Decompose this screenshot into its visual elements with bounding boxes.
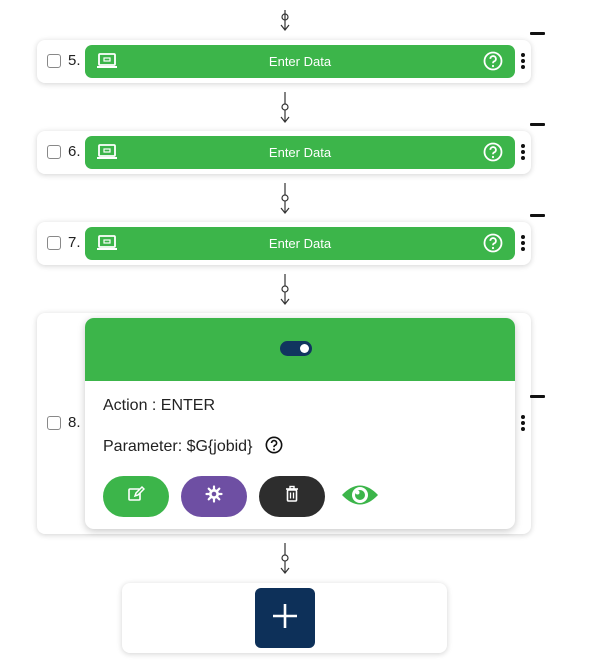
kebab-menu-icon[interactable]: [521, 144, 525, 162]
question-circle-icon[interactable]: [265, 436, 283, 459]
help-circle-icon[interactable]: [483, 233, 503, 258]
step-title: Enter Data: [268, 54, 332, 69]
step-number: 5.: [68, 52, 81, 69]
step-checkbox[interactable]: [47, 236, 61, 250]
add-step-button[interactable]: [255, 588, 315, 648]
step-checkbox[interactable]: [47, 416, 61, 430]
connector-arrow: [279, 183, 291, 215]
collapse-dash[interactable]: [530, 214, 545, 217]
step-detail-header: [85, 318, 515, 381]
connector-arrow: [279, 92, 291, 124]
help-circle-icon[interactable]: [483, 51, 503, 76]
delete-button[interactable]: [259, 476, 325, 517]
toggle-knob: [300, 344, 309, 353]
step-checkbox[interactable]: [47, 54, 61, 68]
step-detail-panel: Action : ENTER Parameter: $G{jobid}: [85, 318, 515, 529]
step-checkbox[interactable]: [47, 145, 61, 159]
parameter-text: Parameter: $G{jobid}: [103, 436, 283, 459]
connector-arrow: [279, 274, 291, 306]
connector-arrow: [279, 10, 291, 32]
gear-icon: [205, 485, 223, 508]
collapse-dash[interactable]: [530, 123, 545, 126]
action-text: Action : ENTER: [103, 397, 216, 414]
kebab-menu-icon[interactable]: [521, 53, 525, 71]
kebab-menu-icon[interactable]: [521, 235, 525, 253]
collapse-dash[interactable]: [530, 395, 545, 398]
parameter-value: Parameter: $G{jobid}: [103, 438, 253, 455]
step-number: 8.: [68, 414, 81, 431]
collapse-dash[interactable]: [530, 32, 545, 35]
step-card[interactable]: 5. Enter Data: [37, 40, 531, 83]
step-action-bar[interactable]: Enter Data: [85, 227, 515, 260]
eye-icon[interactable]: [340, 482, 380, 513]
edit-icon: [127, 485, 146, 508]
trash-icon: [284, 485, 300, 508]
step-number: 7.: [68, 234, 81, 251]
enable-toggle[interactable]: [280, 341, 312, 356]
step-card[interactable]: 6. Enter Data: [37, 131, 531, 174]
step-title: Enter Data: [268, 145, 332, 160]
settings-button[interactable]: [181, 476, 247, 517]
step-card[interactable]: 7. Enter Data: [37, 222, 531, 265]
help-circle-icon[interactable]: [483, 142, 503, 167]
kebab-menu-icon[interactable]: [521, 415, 525, 433]
plus-icon: [271, 602, 299, 635]
step-number: 6.: [68, 143, 81, 160]
edit-button[interactable]: [103, 476, 169, 517]
step-title: Enter Data: [268, 236, 332, 251]
step-action-bar[interactable]: Enter Data: [85, 136, 515, 169]
add-step-card: [122, 583, 447, 653]
step-action-bar[interactable]: Enter Data: [85, 45, 515, 78]
connector-arrow: [279, 543, 291, 575]
